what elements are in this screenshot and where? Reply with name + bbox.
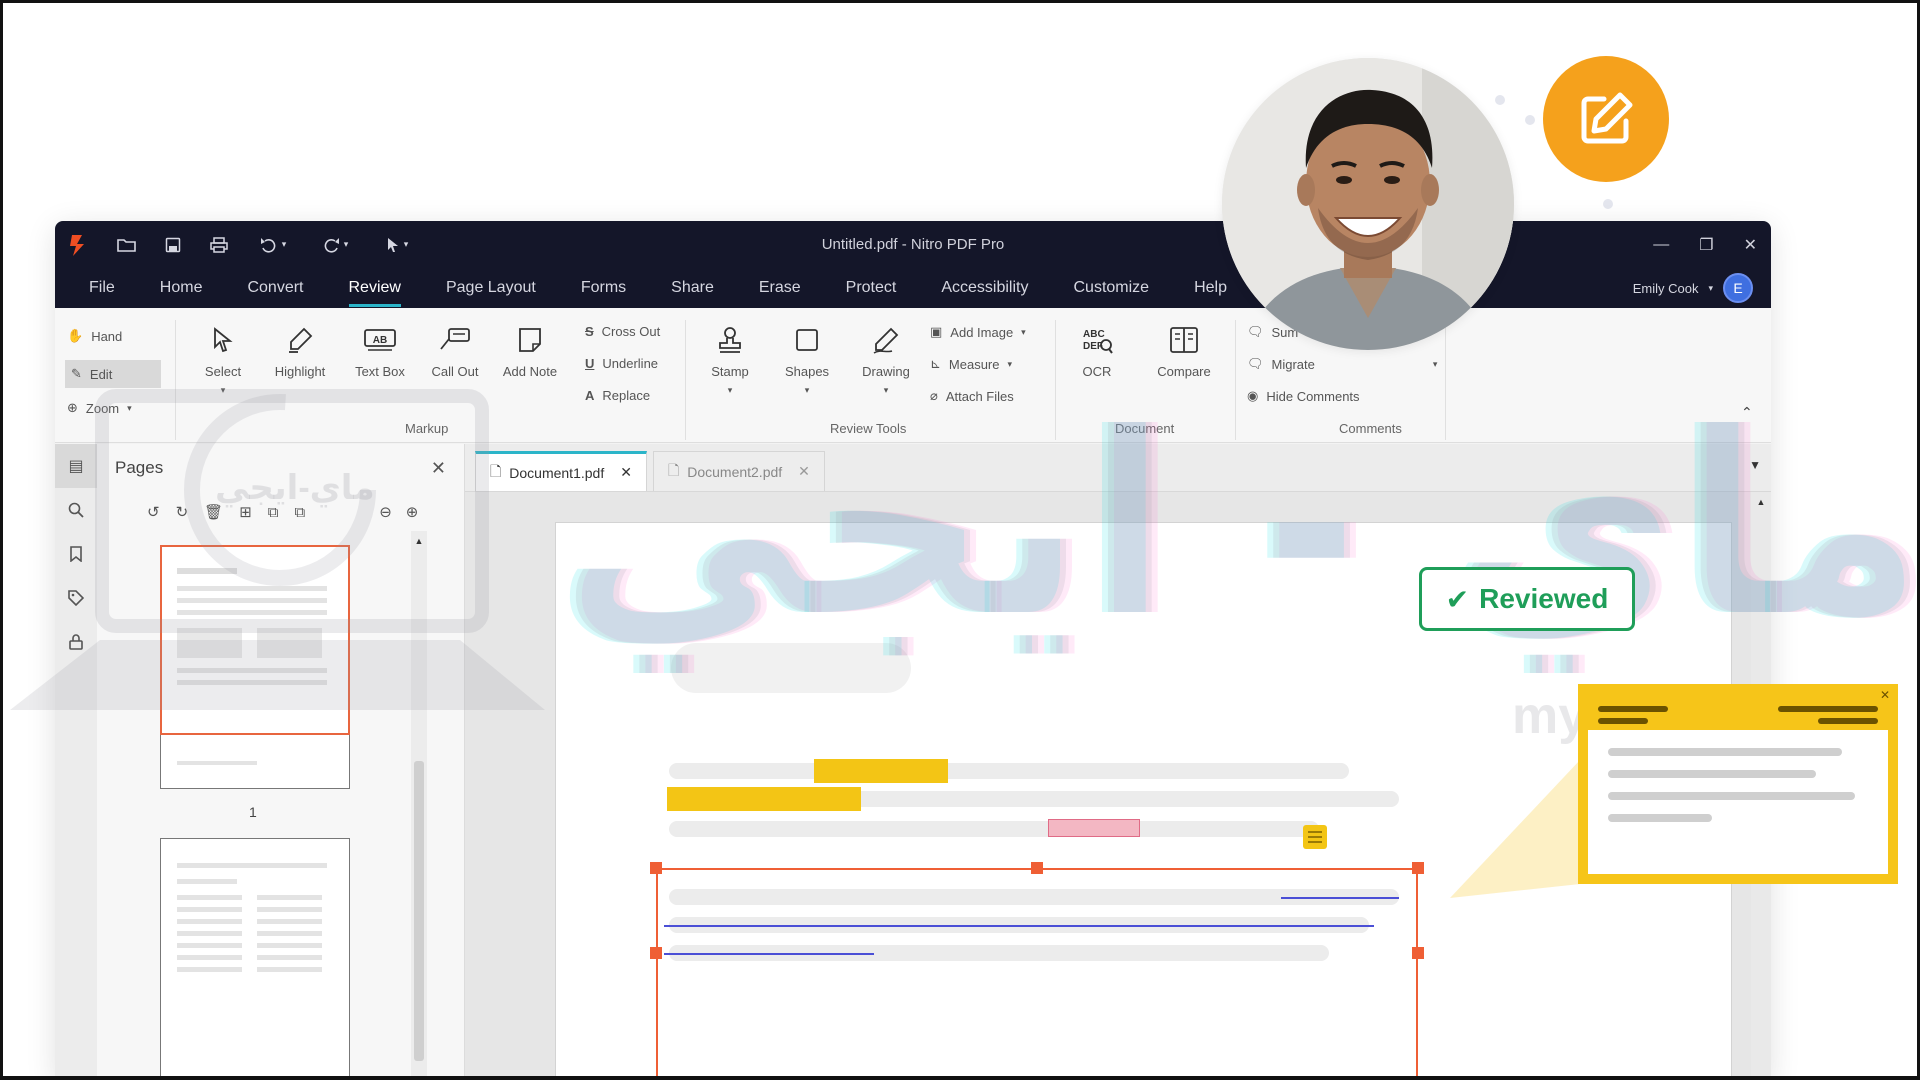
comment-popup-header	[1588, 694, 1888, 734]
reviewed-stamp[interactable]: ✔ Reviewed	[1419, 567, 1635, 631]
comment-popup-body	[1588, 730, 1888, 874]
tab-label: Document1.pdf	[509, 464, 605, 481]
resize-handle[interactable]	[650, 947, 662, 959]
page-number: 1	[249, 804, 257, 820]
content-layer: 1 ▲ 🗋 Document1.pdf ✕ 🗋 Document2.pdf ✕ …	[55, 221, 1771, 1080]
tab-document1[interactable]: 🗋 Document1.pdf ✕	[475, 451, 647, 491]
scroll-up-icon[interactable]: ▲	[411, 531, 427, 551]
tabs-overflow-icon[interactable]: ▼	[1749, 458, 1761, 472]
edit-pencil-icon	[1581, 92, 1633, 144]
reviewer-photo	[1222, 58, 1514, 350]
text-line	[669, 763, 1349, 779]
text-line	[669, 821, 1319, 837]
page-thumbnail-2[interactable]	[160, 838, 350, 1080]
scroll-up-icon[interactable]: ▲	[1751, 492, 1771, 512]
comment-popup[interactable]: ✕	[1578, 684, 1898, 884]
highlight-mark[interactable]	[667, 787, 861, 811]
text-block	[671, 643, 911, 693]
file-icon: 🗋	[490, 462, 502, 479]
frame-bottom-bar	[0, 1076, 1920, 1080]
checkmark-icon: ✔	[1445, 583, 1470, 615]
pages-scrollbar[interactable]: ▲	[411, 531, 427, 1080]
underline-mark[interactable]	[1281, 897, 1399, 899]
close-icon[interactable]: ✕	[1880, 688, 1890, 702]
highlight-mark-pink[interactable]	[1048, 819, 1140, 837]
underline-mark[interactable]	[664, 925, 1374, 927]
tab-document2[interactable]: 🗋 Document2.pdf ✕	[652, 451, 825, 491]
resize-handle[interactable]	[1412, 947, 1424, 959]
reviewed-label: Reviewed	[1479, 583, 1609, 614]
resize-handle[interactable]	[1031, 862, 1043, 874]
edit-badge	[1543, 56, 1669, 182]
highlight-mark[interactable]	[814, 759, 948, 783]
sticky-note-icon[interactable]	[1303, 825, 1327, 849]
close-tab-icon[interactable]: ✕	[620, 464, 632, 481]
scroll-thumb[interactable]	[414, 761, 424, 1061]
document-area: 🗋 Document1.pdf ✕ 🗋 Document2.pdf ✕ ▼ ▲	[465, 444, 1771, 1080]
tab-label: Document2.pdf	[687, 463, 783, 480]
resize-handle[interactable]	[1412, 862, 1424, 874]
resize-handle[interactable]	[650, 862, 662, 874]
underline-mark[interactable]	[664, 953, 874, 955]
file-icon: 🗋	[667, 461, 680, 478]
page-thumbnail-selection	[160, 545, 350, 735]
close-tab-icon[interactable]: ✕	[798, 463, 810, 480]
document-tabs: 🗋 Document1.pdf ✕ 🗋 Document2.pdf ✕ ▼	[465, 444, 1771, 492]
